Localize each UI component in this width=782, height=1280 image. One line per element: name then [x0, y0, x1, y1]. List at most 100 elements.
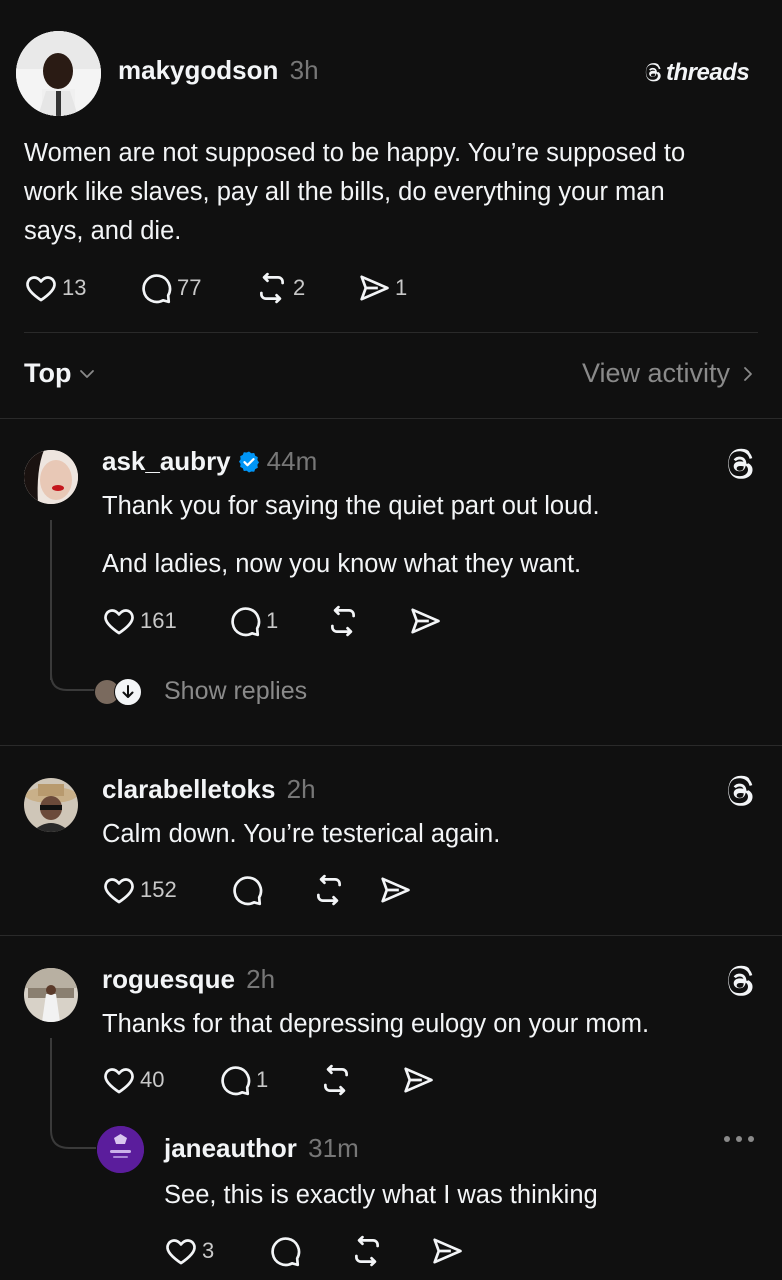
comment-icon — [268, 1234, 302, 1268]
heart-icon — [164, 1234, 198, 1268]
repost-icon — [312, 873, 346, 907]
author-line: makygodson 3h — [118, 55, 319, 86]
share-button[interactable]: 1 — [357, 271, 407, 305]
show-replies-label: Show replies — [164, 677, 308, 705]
divider — [24, 332, 758, 333]
more-options-icon[interactable] — [724, 1136, 754, 1142]
repost-button[interactable] — [350, 1234, 430, 1268]
post-body: Women are not supposed to be happy. You’… — [24, 134, 774, 251]
share-icon — [401, 1063, 435, 1097]
thread-connector — [50, 1116, 96, 1149]
nested-reply-time: 31m — [308, 1133, 359, 1163]
verified-badge-icon — [238, 451, 259, 472]
threads-icon[interactable] — [722, 447, 758, 483]
like-count: 13 — [62, 275, 87, 300]
author-avatar[interactable] — [16, 31, 101, 116]
repost-icon — [326, 604, 360, 638]
post-time: 3h — [289, 55, 319, 85]
author-username[interactable]: makygodson — [118, 55, 278, 85]
reply-avatar[interactable] — [24, 778, 78, 832]
arrow-down-icon — [114, 677, 142, 706]
divider — [0, 745, 782, 746]
repost-icon — [350, 1234, 384, 1268]
repost-button[interactable] — [312, 873, 378, 907]
nested-reply-username[interactable]: janeauthor — [164, 1133, 297, 1163]
reply-username[interactable]: roguesque — [102, 964, 235, 994]
share-button[interactable] — [378, 873, 412, 907]
threads-icon[interactable] — [722, 774, 758, 810]
reply-time: 2h — [246, 964, 276, 994]
threads-logo-icon — [642, 62, 664, 84]
share-icon — [378, 873, 412, 907]
reply-author-line: roguesque 2h — [102, 964, 275, 995]
share-count: 1 — [395, 275, 408, 300]
reply-button[interactable] — [230, 873, 312, 907]
reply-author-line: clarabelletoks 2h — [102, 774, 316, 805]
reply-count: 1 — [256, 1067, 269, 1092]
reply-time: 2h — [286, 774, 316, 804]
reply-time: 44m — [266, 446, 318, 476]
like-button[interactable]: 161 — [102, 604, 228, 638]
reply-username[interactable]: clarabelletoks — [102, 774, 275, 804]
reply-button[interactable]: 1 — [228, 604, 326, 638]
like-button[interactable]: 3 — [164, 1234, 268, 1268]
reply-avatar[interactable] — [24, 450, 78, 504]
comment-icon — [228, 604, 262, 638]
share-icon — [357, 271, 391, 305]
reply-text: And ladies, now you know what they want. — [102, 550, 582, 578]
share-button[interactable] — [408, 604, 442, 638]
post-actions: 13 77 2 1 — [24, 271, 407, 305]
reply-username[interactable]: ask_aubry — [102, 446, 231, 477]
like-button[interactable]: 152 — [102, 873, 230, 907]
like-count: 40 — [140, 1067, 165, 1092]
thread-line — [50, 520, 52, 680]
sort-dropdown[interactable]: Top — [24, 358, 97, 389]
like-count: 152 — [140, 877, 177, 902]
like-button[interactable]: 13 — [24, 271, 139, 305]
view-activity-label: View activity — [581, 358, 730, 388]
repost-button[interactable]: 2 — [255, 271, 357, 305]
nested-reply-actions: 3 — [164, 1234, 464, 1268]
chevron-down-icon — [80, 369, 95, 378]
reply-actions: 40 1 — [102, 1063, 435, 1097]
share-button[interactable] — [401, 1063, 435, 1097]
comment-icon — [218, 1063, 252, 1097]
repost-icon — [319, 1063, 353, 1097]
reply-avatar[interactable] — [24, 968, 78, 1022]
reply-text: Calm down. You’re testerical again. — [102, 820, 501, 848]
threads-icon[interactable] — [722, 964, 758, 1000]
divider — [0, 935, 782, 936]
heart-icon — [24, 271, 58, 305]
reply-button[interactable]: 77 — [139, 271, 255, 305]
nested-reply-text: See, this is exactly what I was thinking — [164, 1181, 598, 1209]
post-text-line: work like slaves, pay all the bills, do … — [24, 178, 665, 206]
share-icon — [430, 1234, 464, 1268]
share-button[interactable] — [430, 1234, 464, 1268]
repost-count: 2 — [293, 275, 306, 300]
repost-button[interactable] — [326, 604, 408, 638]
reply-count: 77 — [177, 275, 202, 300]
nested-reply-avatar[interactable] — [97, 1126, 144, 1173]
like-count: 3 — [202, 1238, 215, 1263]
heart-icon — [102, 873, 136, 907]
post-text-line: says, and die. — [24, 217, 182, 245]
threads-brand: threads — [642, 59, 750, 87]
repost-icon — [255, 271, 289, 305]
like-button[interactable]: 40 — [102, 1063, 218, 1097]
chevron-right-icon — [744, 366, 752, 381]
show-replies-button[interactable]: Show replies — [94, 677, 307, 706]
reply-button[interactable]: 1 — [218, 1063, 319, 1097]
reply-actions: 161 1 — [102, 604, 442, 638]
like-count: 161 — [140, 608, 177, 633]
reply-button[interactable] — [268, 1234, 350, 1268]
reply-author-line: ask_aubry 44m — [102, 446, 317, 477]
repost-button[interactable] — [319, 1063, 401, 1097]
comment-icon — [230, 873, 264, 907]
reply-count: 1 — [266, 608, 279, 633]
reply-text: Thank you for saying the quiet part out … — [102, 492, 600, 520]
brand-label: threads — [666, 59, 750, 86]
share-icon — [408, 604, 442, 638]
view-activity-link[interactable]: View activity — [582, 358, 758, 389]
comment-icon — [139, 271, 173, 305]
heart-icon — [102, 1063, 136, 1097]
